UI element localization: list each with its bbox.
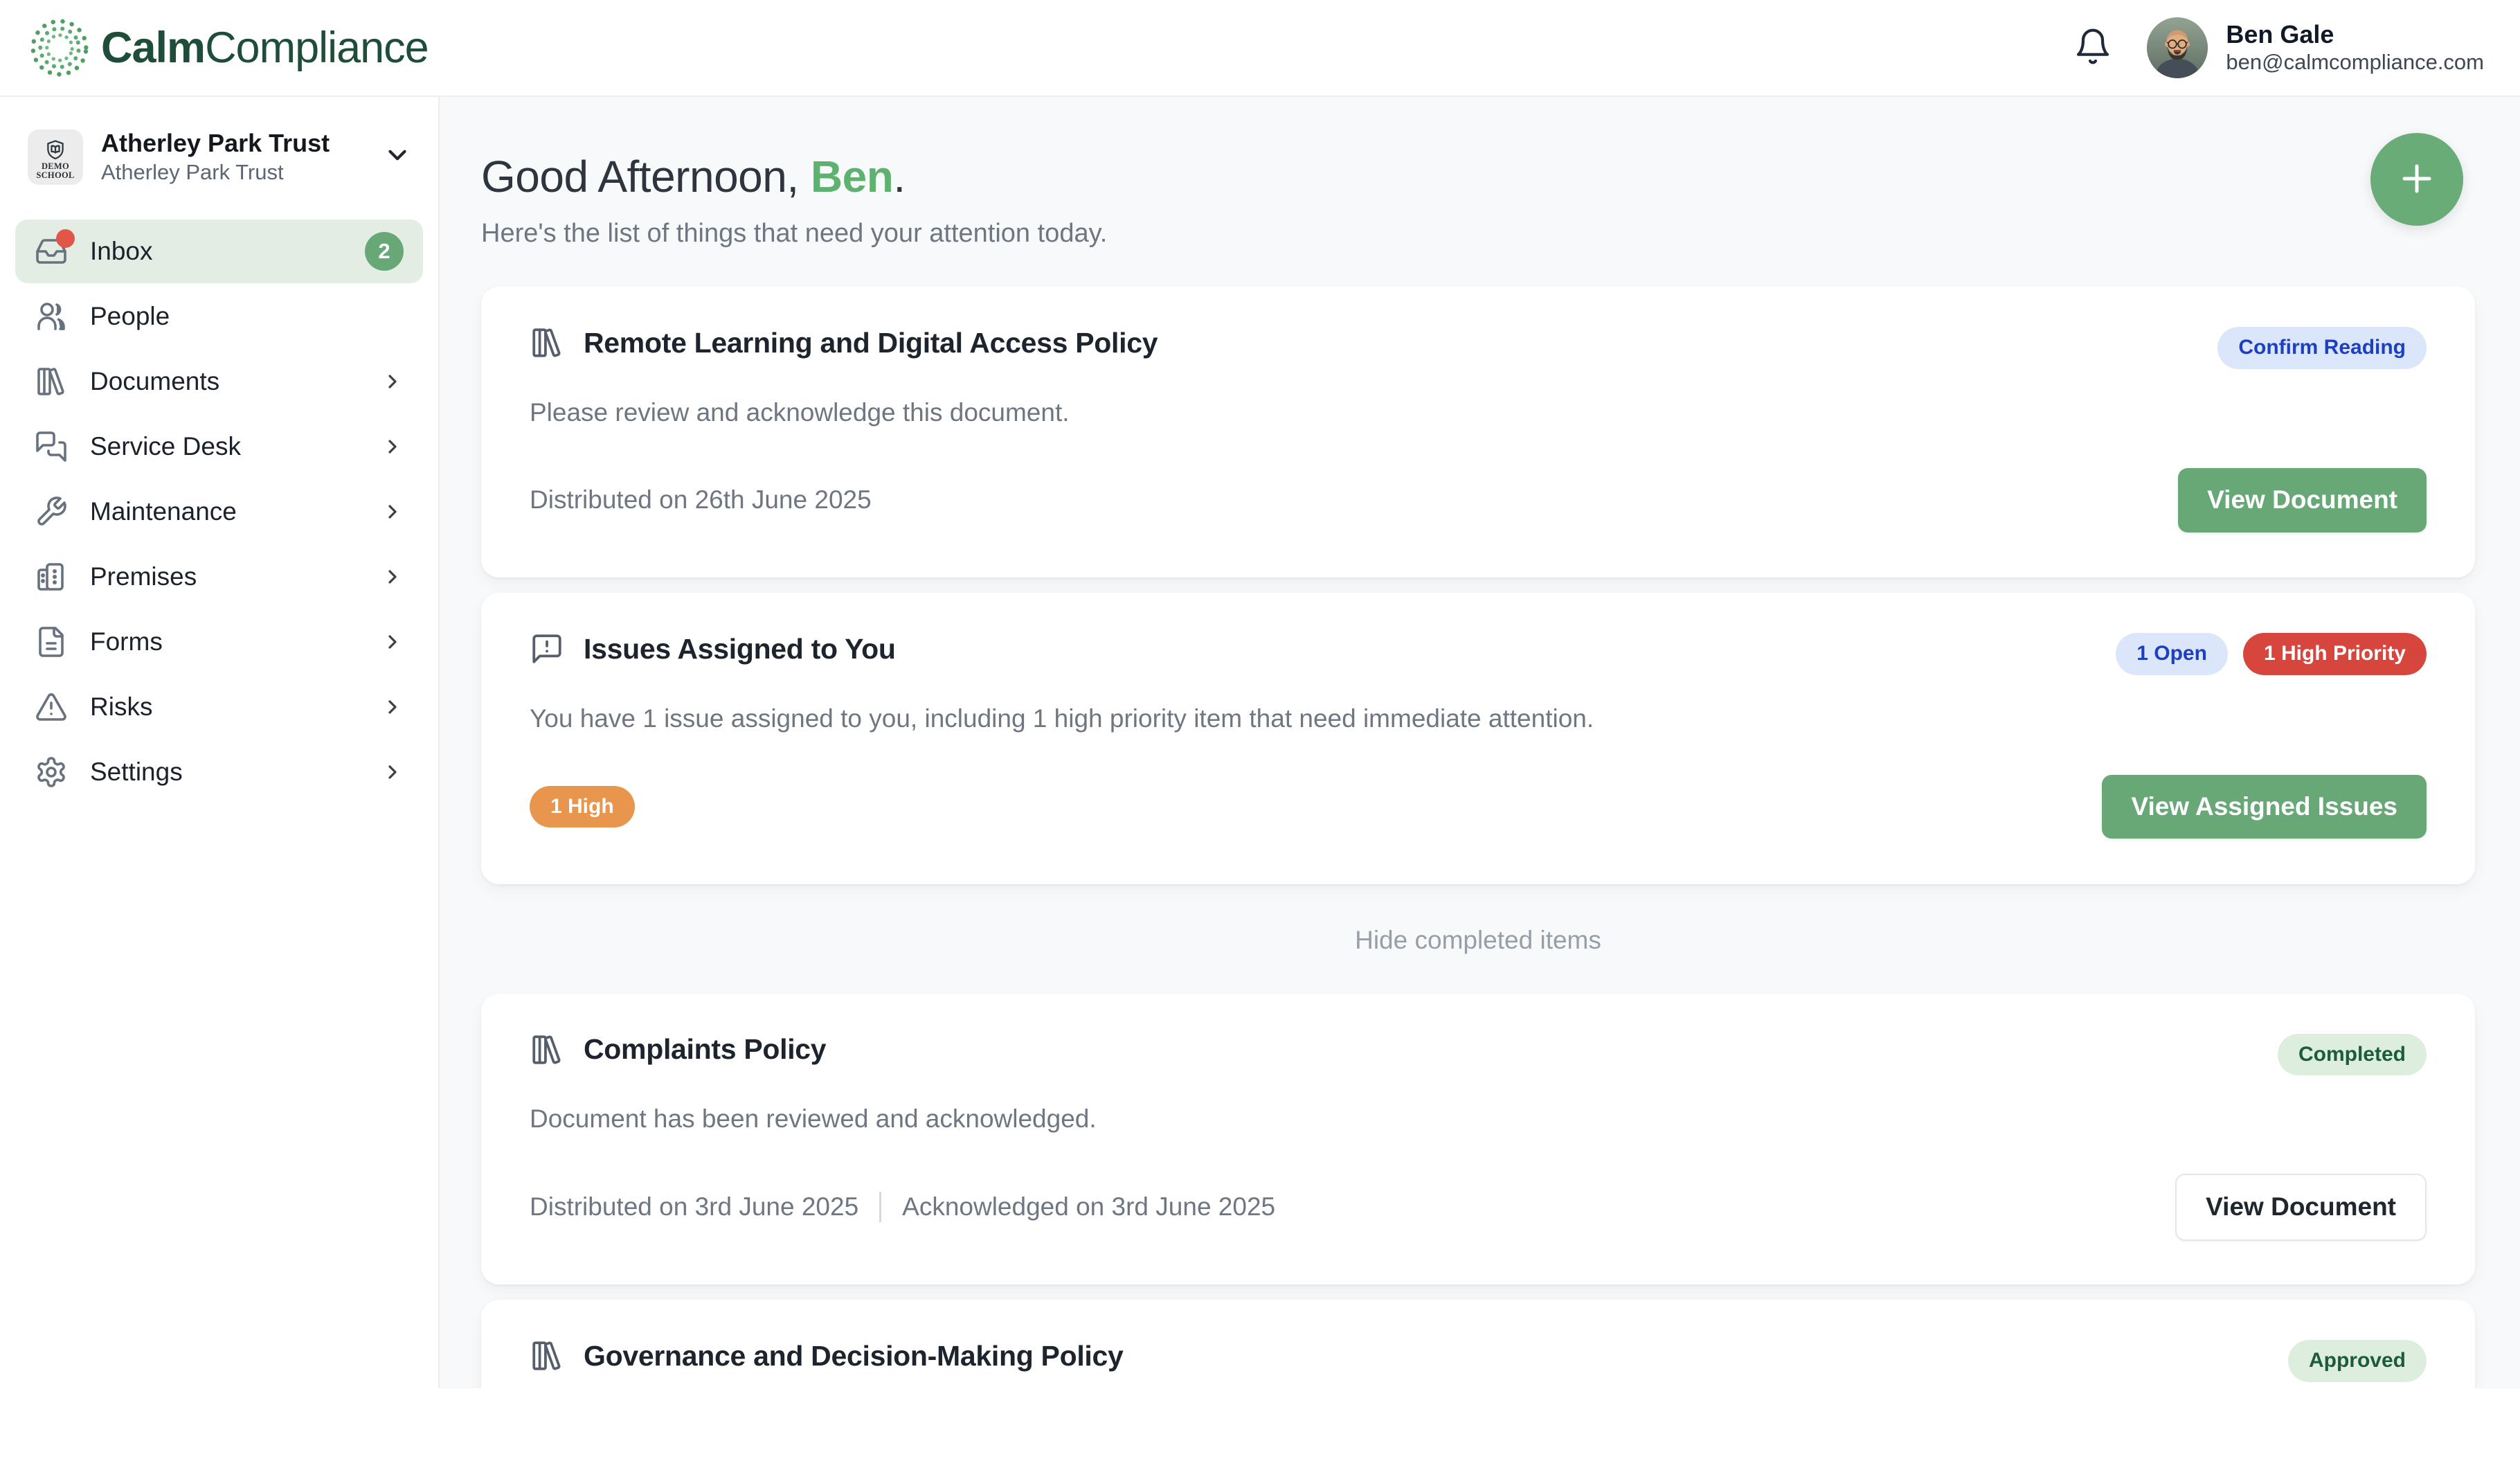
sidebar-item-label: People: [90, 302, 170, 331]
sidebar-item-maintenance[interactable]: Maintenance: [15, 480, 423, 544]
chevron-down-icon: [383, 141, 412, 173]
sidebar-item-documents[interactable]: Documents: [15, 350, 423, 413]
unread-dot: [56, 229, 75, 248]
app-body: DEMO SCHOOL Atherley Park Trust Atherley…: [0, 97, 2520, 1388]
user-email: ben@calmcompliance.com: [2226, 49, 2484, 76]
status-badge: Approved: [2288, 1340, 2427, 1382]
inbox-count-badge: 2: [365, 232, 404, 271]
chevron-right-icon: [381, 696, 404, 718]
hide-completed-toggle[interactable]: Hide completed items: [481, 926, 2475, 955]
card-complaints-policy: Complaints Policy Completed Document has…: [481, 994, 2475, 1284]
org-subtitle: Atherley Park Trust: [101, 159, 330, 186]
card-title: Complaints Policy: [584, 1033, 826, 1066]
view-assigned-issues-button[interactable]: View Assigned Issues: [2102, 775, 2427, 839]
sidebar-item-label: Service Desk: [90, 432, 241, 461]
brand-name: CalmCompliance: [101, 23, 429, 73]
page-title: Good Afternoon, Ben.: [481, 151, 2475, 202]
brand-dotted-circle-icon: [28, 16, 91, 80]
wrench-icon: [35, 495, 68, 528]
library-icon: [35, 365, 68, 398]
building-icon: [35, 560, 68, 593]
sidebar-item-people[interactable]: People: [15, 285, 423, 348]
users-icon: [35, 300, 68, 333]
user-menu[interactable]: Ben Gale ben@calmcompliance.com: [2147, 17, 2484, 78]
sidebar-item-premises[interactable]: Premises: [15, 545, 423, 609]
sidebar: DEMO SCHOOL Atherley Park Trust Atherley…: [0, 97, 440, 1388]
sidebar-item-risks[interactable]: Risks: [15, 675, 423, 739]
card-description: Document has been reviewed and acknowled…: [530, 1102, 2427, 1136]
sidebar-item-label: Risks: [90, 692, 152, 722]
sidebar-item-service-desk[interactable]: Service Desk: [15, 415, 423, 478]
chevron-right-icon: [381, 631, 404, 653]
plus-icon: [2395, 157, 2438, 202]
card-governance-policy: Governance and Decision-Making Policy Ap…: [481, 1300, 2475, 1388]
card-title: Governance and Decision-Making Policy: [584, 1340, 1124, 1372]
chevron-right-icon: [381, 761, 404, 783]
library-icon: [530, 1032, 564, 1067]
bottom-strip: [0, 1388, 2520, 1468]
inbox-icon: [35, 235, 68, 268]
page-subtitle: Here's the list of things that need your…: [481, 219, 2475, 249]
meta-divider: [879, 1192, 881, 1222]
chevron-right-icon: [381, 436, 404, 458]
chevron-right-icon: [381, 370, 404, 393]
org-name: Atherley Park Trust: [101, 127, 330, 159]
message-warning-icon: [530, 632, 564, 666]
sidebar-item-label: Premises: [90, 562, 197, 591]
top-header: CalmCompliance: [0, 0, 2520, 97]
greeting-user-name: Ben: [811, 152, 893, 202]
gear-icon: [35, 755, 68, 789]
sidebar-item-label: Inbox: [90, 237, 153, 266]
card-meta: Distributed on 26th June 2025: [530, 485, 872, 514]
card-title: Issues Assigned to You: [584, 633, 896, 665]
avatar: [2147, 17, 2208, 78]
sidebar-item-forms[interactable]: Forms: [15, 610, 423, 674]
document-icon: [35, 625, 68, 659]
attention-list: Remote Learning and Digital Access Polic…: [481, 287, 2475, 1388]
view-document-button[interactable]: View Document: [2178, 468, 2427, 532]
org-shield-icon: DEMO SCHOOL: [28, 129, 83, 185]
sidebar-item-label: Maintenance: [90, 497, 237, 526]
sidebar-item-inbox[interactable]: Inbox 2: [15, 220, 423, 283]
sidebar-item-label: Settings: [90, 758, 183, 787]
user-name: Ben Gale: [2226, 19, 2484, 49]
notification-bell-icon[interactable]: [2073, 27, 2112, 69]
library-icon: [530, 1339, 564, 1373]
brand-logo[interactable]: CalmCompliance: [28, 16, 429, 80]
status-badge: Completed: [2278, 1034, 2427, 1076]
open-count-badge: 1 Open: [2116, 633, 2228, 675]
sidebar-item-settings[interactable]: Settings: [15, 740, 423, 804]
card-description: You have 1 issue assigned to you, includ…: [530, 701, 2427, 736]
view-document-button[interactable]: View Document: [2175, 1174, 2427, 1241]
chevron-right-icon: [381, 566, 404, 588]
main-content: Good Afternoon, Ben. Here's the list of …: [440, 97, 2520, 1388]
app-window: CalmCompliance: [0, 0, 2520, 1468]
library-icon: [530, 325, 564, 360]
sidebar-item-label: Documents: [90, 367, 219, 396]
warning-triangle-icon: [35, 690, 68, 724]
chevron-right-icon: [381, 501, 404, 523]
card-remote-learning-policy: Remote Learning and Digital Access Polic…: [481, 287, 2475, 578]
high-priority-badge: 1 High Priority: [2243, 633, 2427, 675]
card-title: Remote Learning and Digital Access Polic…: [584, 327, 1158, 359]
card-issues-assigned: Issues Assigned to You 1 Open 1 High Pri…: [481, 593, 2475, 884]
org-switcher[interactable]: DEMO SCHOOL Atherley Park Trust Atherley…: [15, 118, 423, 192]
sidebar-item-label: Forms: [90, 627, 163, 656]
priority-pill: 1 High: [530, 786, 635, 828]
sidebar-nav: Inbox 2 People: [15, 220, 423, 804]
status-badge: Confirm Reading: [2217, 327, 2427, 369]
card-meta: Distributed on 3rd June 2025 Acknowledge…: [530, 1192, 1275, 1222]
header-right: Ben Gale ben@calmcompliance.com: [2073, 17, 2484, 78]
chat-bubbles-icon: [35, 430, 68, 463]
card-description: Please review and acknowledge this docum…: [530, 395, 2427, 430]
add-button[interactable]: [2370, 133, 2463, 226]
